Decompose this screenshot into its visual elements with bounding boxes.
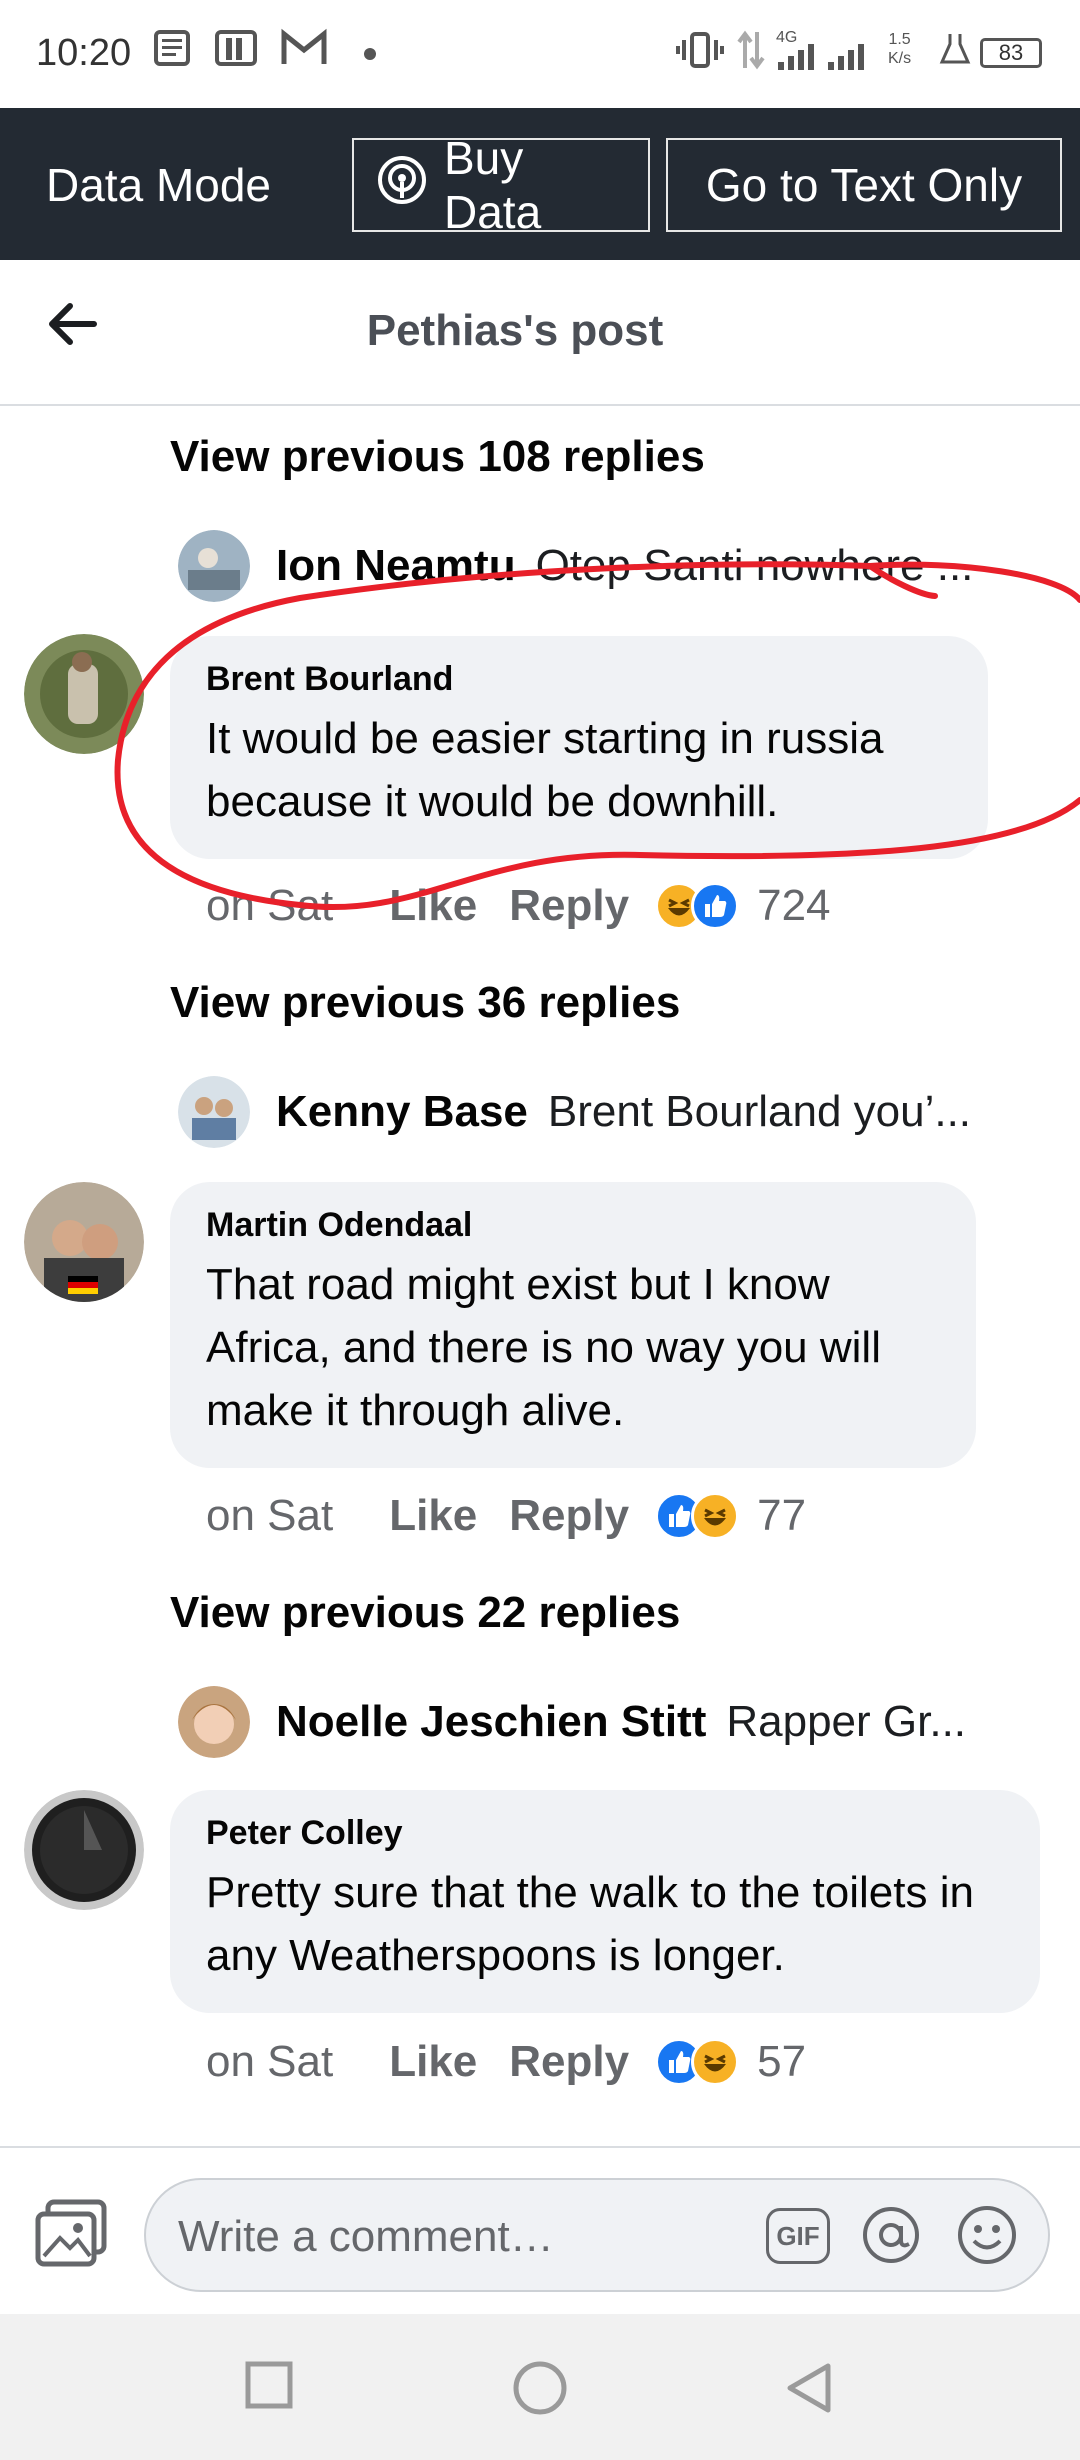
back-icon[interactable] — [784, 2360, 834, 2421]
status-bar: 10:20 4G 1.5 K/s 83 — [0, 0, 1080, 108]
like-reaction-icon — [691, 882, 740, 930]
reaction-count: 57 — [757, 2037, 807, 2086]
view-previous-replies-link[interactable]: View previous 22 replies — [170, 1588, 680, 1638]
data-transfer-icon — [736, 28, 766, 81]
gif-button[interactable]: GIF — [766, 2208, 830, 2264]
comment-time: on Sat — [206, 1491, 334, 1540]
like-button[interactable]: Like — [389, 1491, 477, 1541]
avatar — [178, 530, 250, 602]
data-mode-label: Data Mode — [46, 159, 272, 211]
avatar[interactable] — [24, 634, 144, 754]
comment-actions: on Sat Like Reply 724 — [206, 876, 831, 936]
preview-author: Ion Neamtu — [276, 541, 516, 590]
dot-icon — [362, 28, 378, 77]
haha-reaction-icon — [691, 1492, 740, 1540]
reaction-count: 77 — [757, 1491, 807, 1540]
post-header: Pethias's post — [0, 260, 1080, 406]
avatar[interactable] — [24, 1790, 144, 1910]
app-notification-icon — [214, 28, 258, 77]
reply-button[interactable]: Reply — [509, 1491, 629, 1541]
preview-text: Rapper Gr... — [726, 1697, 967, 1746]
comment-bubble[interactable]: Martin Odendaal That road might exist bu… — [170, 1182, 976, 1468]
text-only-label: Go to Text Only — [705, 159, 1023, 211]
data-mode-bar: Data Mode Buy Data Go to Text Only — [0, 108, 1080, 260]
network-speed: 1.5 K/s — [888, 31, 912, 67]
like-button[interactable]: Like — [389, 2037, 477, 2087]
broadcast-icon — [376, 154, 444, 217]
vibrate-icon — [676, 28, 724, 81]
comment-composer: Write a comment… GIF — [0, 2146, 1080, 2314]
reaction-count: 724 — [757, 881, 831, 930]
avatar[interactable] — [24, 1182, 144, 1302]
comment-text: It would be easier starting in russia be… — [206, 714, 884, 826]
view-previous-replies-link[interactable]: View previous 36 replies — [170, 978, 680, 1028]
page-title: Pethias's post — [366, 306, 664, 355]
buy-data-button[interactable]: Buy Data — [352, 132, 650, 238]
view-previous-replies-link[interactable]: View previous 108 replies — [170, 432, 705, 482]
preview-author: Kenny Base — [276, 1087, 528, 1136]
reply-button[interactable]: Reply — [509, 2037, 629, 2087]
status-time: 10:20 — [36, 32, 132, 74]
comment-text: Pretty sure that the walk to the toilets… — [206, 1868, 974, 1980]
emoji-icon[interactable] — [956, 2204, 1018, 2271]
text-only-button[interactable]: Go to Text Only — [666, 138, 1062, 232]
reactions[interactable] — [655, 882, 740, 930]
like-button[interactable]: Like — [389, 881, 477, 931]
reply-button[interactable]: Reply — [509, 881, 629, 931]
news-notification-icon — [152, 28, 192, 77]
svg-text:4G: 4G — [776, 29, 797, 46]
preview-author: Noelle Jeschien Stitt — [276, 1697, 707, 1746]
photo-icon[interactable] — [34, 2198, 108, 2273]
buy-data-label: Buy Data — [444, 132, 542, 238]
reply-preview[interactable]: Ion Neamtu Otep Santi nowhere ... — [178, 526, 973, 606]
system-nav-bar — [0, 2314, 1080, 2460]
comment-input[interactable]: Write a comment… GIF — [144, 2178, 1050, 2292]
comment-time: on Sat — [206, 2037, 334, 2086]
comment-bubble[interactable]: Peter Colley Pretty sure that the walk t… — [170, 1790, 1040, 2013]
reply-preview[interactable]: Kenny Base Brent Bourland you’... — [178, 1072, 971, 1152]
comment-author[interactable]: Peter Colley — [206, 1814, 1004, 1853]
haha-reaction-icon — [691, 2038, 740, 2086]
recent-apps-icon[interactable] — [244, 2360, 294, 2415]
comment-placeholder: Write a comment… — [178, 2212, 554, 2261]
comment-author[interactable]: Brent Bourland — [206, 660, 952, 699]
signal-4g-icon: 4G — [774, 28, 878, 85]
comment-text: That road might exist but I know Africa,… — [206, 1260, 881, 1435]
avatar — [178, 1686, 250, 1758]
gmail-icon — [280, 28, 328, 77]
mention-icon[interactable] — [860, 2204, 922, 2279]
reply-preview[interactable]: Noelle Jeschien Stitt Rapper Gr... — [178, 1682, 966, 1762]
comment-author[interactable]: Martin Odendaal — [206, 1206, 940, 1245]
battery-indicator: 83 — [980, 38, 1042, 68]
flask-icon — [938, 28, 972, 77]
avatar — [178, 1076, 250, 1148]
comment-actions: on Sat Like Reply 57 — [206, 2032, 806, 2092]
preview-text: Otep Santi nowhere ... — [535, 541, 974, 590]
reactions[interactable] — [655, 1492, 740, 1540]
comment-time: on Sat — [206, 881, 334, 930]
home-icon[interactable] — [512, 2360, 568, 2421]
comment-actions: on Sat Like Reply 77 — [206, 1486, 806, 1546]
comment-bubble[interactable]: Brent Bourland It would be easier starti… — [170, 636, 988, 859]
reactions[interactable] — [655, 2038, 740, 2086]
preview-text: Brent Bourland you’... — [547, 1087, 972, 1136]
